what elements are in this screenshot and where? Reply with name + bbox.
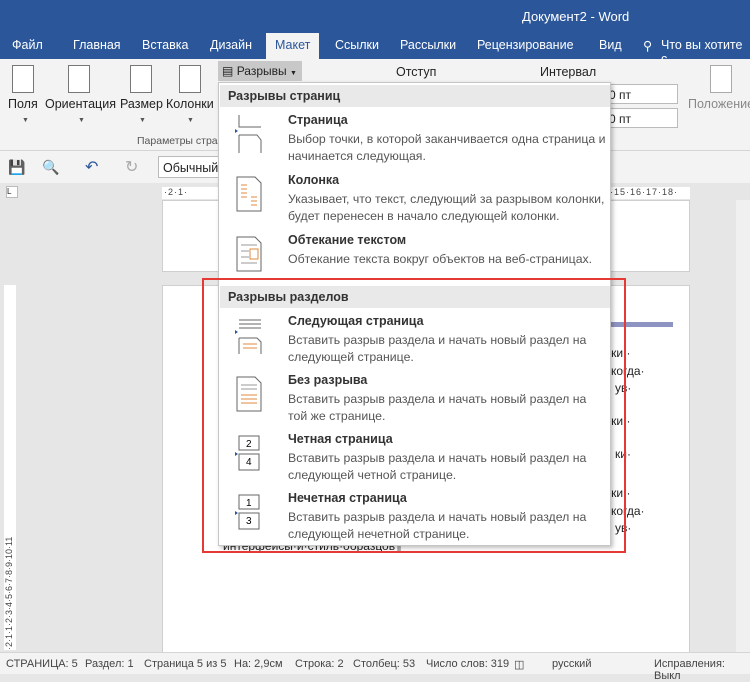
tab-insert[interactable]: Вставка — [142, 38, 188, 52]
group-label: Параметры стра — [137, 135, 218, 147]
section-next-page[interactable]: Следующая страница Вставить разрыв раздел… — [219, 310, 610, 368]
position-icon — [710, 65, 732, 93]
tab-design[interactable]: Дизайн — [210, 38, 252, 52]
section-breaks-header: Разрывы разделов — [220, 286, 610, 308]
status-bar: СТРАНИЦА: 5 Раздел: 1 Страница 5 из 5 На… — [0, 652, 750, 682]
redo-icon[interactable]: ↻ — [125, 157, 138, 177]
size-icon — [130, 65, 152, 93]
doc-fragment: ки· — [615, 447, 631, 461]
margins-icon — [12, 65, 34, 93]
columns-button[interactable]: Колонки — [166, 97, 214, 111]
even-page-icon: 24 — [235, 435, 260, 471]
text-wrapping-icon — [236, 236, 262, 272]
column-break-icon — [236, 176, 262, 212]
tab-review[interactable]: Рецензирование — [477, 38, 574, 52]
orientation-button[interactable]: Ориентация — [45, 97, 116, 111]
columns-icon — [179, 65, 201, 93]
section-break-marker — [603, 322, 673, 327]
section-continuous[interactable]: Без разрыва Вставить разрыв раздела и нач… — [219, 369, 610, 427]
svg-text:1: 1 — [246, 498, 252, 509]
vertical-scrollbar[interactable] — [736, 200, 750, 652]
status-words[interactable]: Число слов: 319 — [426, 658, 509, 670]
print-preview-icon[interactable]: 🔍 — [42, 159, 59, 176]
spacing-after-input[interactable]: 0 пт — [600, 108, 678, 128]
breaks-button[interactable]: ▤ Разрывы ▼ — [218, 61, 302, 81]
section-odd-page[interactable]: 13 Нечетная страница Вставить разрыв разд… — [219, 487, 610, 545]
save-icon[interactable]: 💾 — [8, 159, 25, 176]
tab-mailings[interactable]: Рассылки — [400, 38, 456, 52]
tab-selector[interactable]: L — [6, 186, 18, 198]
tab-view[interactable]: Вид — [599, 38, 622, 52]
vertical-ruler[interactable]: ·2·1·1·2·3·4·5·6·7·8·9·10·11 — [4, 285, 16, 650]
next-page-icon — [235, 319, 262, 354]
break-page[interactable]: Страница Выбор точки, в которой заканчива… — [219, 109, 610, 167]
lightbulb-icon: ⚲ — [643, 39, 653, 53]
breaks-icon: ▤ — [222, 64, 234, 78]
page-break-icon — [235, 115, 262, 153]
title-bar: Документ2 - Word — [0, 0, 750, 33]
svg-text:2: 2 — [246, 439, 252, 450]
position-button[interactable]: Положение — [688, 97, 750, 111]
page-breaks-header: Разрывы страниц — [220, 85, 610, 107]
tab-references[interactable]: Ссылки — [335, 38, 379, 52]
status-section: Раздел: 1 — [85, 658, 134, 670]
breaks-label: Разрывы — [236, 64, 287, 78]
indent-label: Отступ — [396, 65, 437, 79]
ribbon-tabs: Файл Главная Вставка Дизайн Макет Ссылки… — [0, 33, 750, 66]
continuous-icon — [236, 376, 262, 412]
tab-file[interactable]: Файл — [12, 38, 43, 52]
status-at: На: 2,9см — [234, 658, 283, 670]
orientation-icon — [68, 65, 90, 93]
status-pages: Страница 5 из 5 — [144, 658, 227, 670]
status-page[interactable]: СТРАНИЦА: 5 — [6, 658, 78, 670]
tab-layout[interactable]: Макет — [266, 33, 320, 59]
size-button[interactable]: Размер — [120, 97, 163, 111]
window-title: Документ2 - Word — [522, 9, 630, 24]
status-track-changes[interactable]: Исправления: Выкл — [654, 658, 750, 682]
status-column: Столбец: 53 — [353, 658, 416, 670]
status-language[interactable]: русский — [552, 658, 591, 670]
spacing-label: Интервал — [540, 65, 597, 79]
margins-button[interactable]: Поля — [8, 97, 38, 111]
tab-home[interactable]: Главная — [73, 38, 121, 52]
svg-text:3: 3 — [246, 516, 252, 527]
proofing-icon[interactable]: ◫ — [514, 658, 524, 671]
breaks-dropdown: Разрывы страниц Страница Выбор точки, в к… — [218, 82, 611, 546]
odd-page-icon: 13 — [235, 494, 260, 530]
break-column[interactable]: Колонка Указывает, что текст, следующий з… — [219, 169, 610, 227]
spacing-before-input[interactable]: 0 пт — [600, 84, 678, 104]
undo-icon[interactable]: ↶ — [85, 157, 98, 177]
section-even-page[interactable]: 24 Четная страница Вставить разрыв раздел… — [219, 428, 610, 486]
svg-text:4: 4 — [246, 457, 252, 468]
status-line: Строка: 2 — [295, 658, 344, 670]
